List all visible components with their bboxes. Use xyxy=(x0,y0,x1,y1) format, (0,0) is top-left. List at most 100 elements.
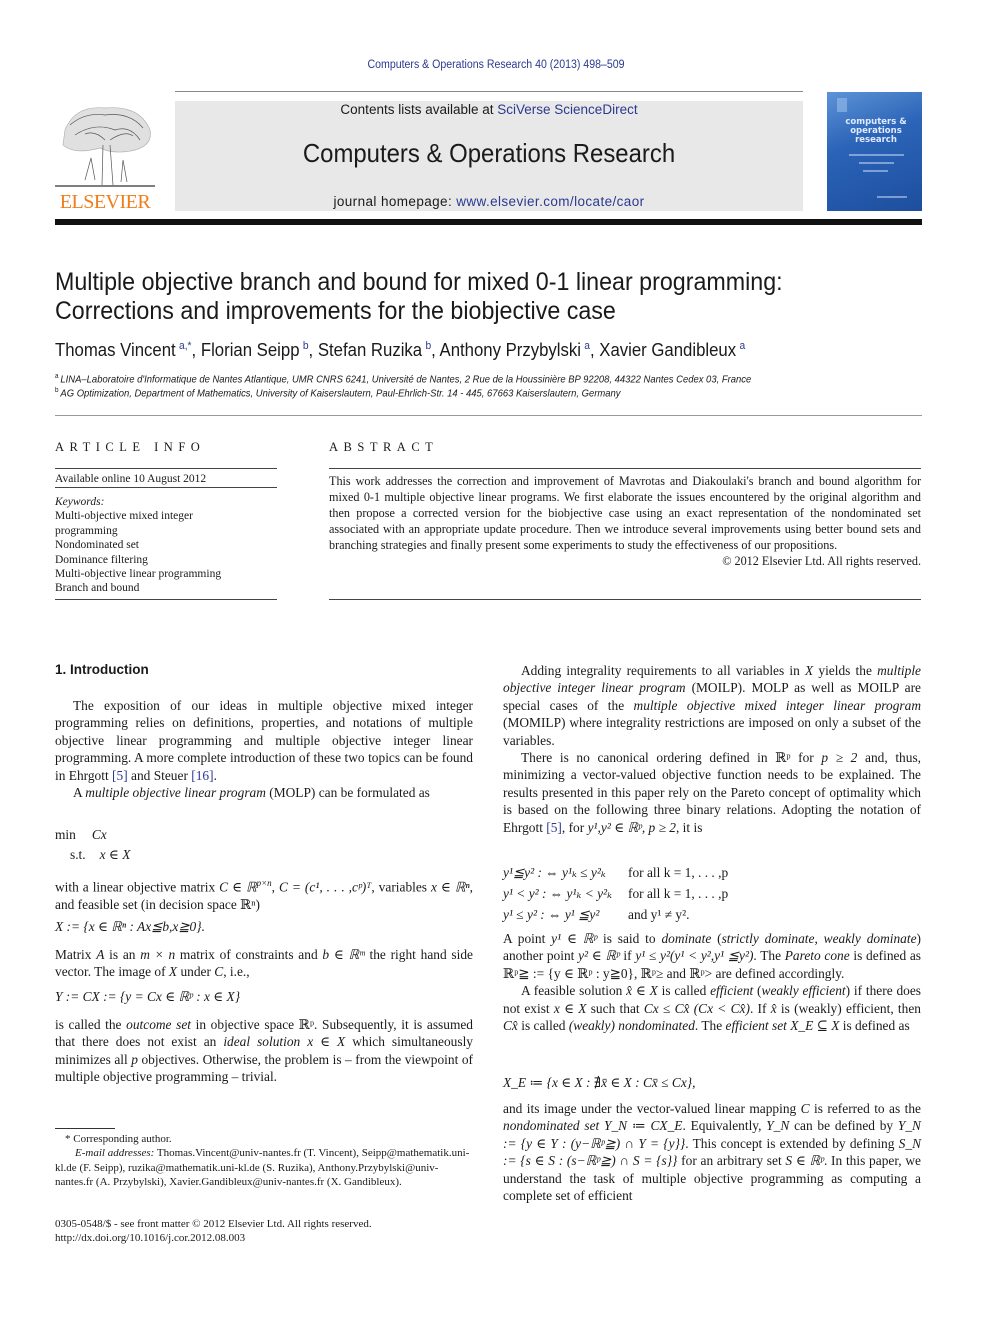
affiliation-b: b AG Optimization, Department of Mathema… xyxy=(55,387,865,400)
relation-lhs: y¹ < y² : ⇔ y¹ₖ < y²ₖ xyxy=(503,886,612,901)
keywords-label: Keywords: xyxy=(55,496,105,508)
term: (weakly) nondominated xyxy=(568,1018,695,1034)
math: X xyxy=(168,964,178,980)
elsevier-tree-icon xyxy=(55,107,155,187)
paragraph: There is no canonical ordering defined i… xyxy=(503,749,921,836)
text: (MOLP) can be formulated as xyxy=(265,785,430,801)
equation-feasible-set: X := {x ∈ ℝⁿ : Ax≦b,x≧0}. xyxy=(55,919,205,934)
text: ( xyxy=(711,931,722,946)
math: C = (c¹, . . . ,cᵖ)ᵀ xyxy=(279,879,372,895)
text: , xyxy=(814,931,824,946)
author[interactable]: Thomas Vincent xyxy=(55,340,176,360)
affiliation-a: a LINA–Laboratoire d'Informatique de Nan… xyxy=(55,373,865,386)
affiliation-text: AG Optimization, Department of Mathemati… xyxy=(60,387,621,400)
citation-link[interactable]: [5] xyxy=(546,820,562,835)
author-list: Thomas Vincent a,*, Florian Seipp b, Ste… xyxy=(55,340,746,360)
math: Y_N xyxy=(766,1118,790,1134)
math: C xyxy=(214,964,224,980)
relation-row: y¹≦y² : ⇔ y¹ₖ ≤ y²ₖ for all k = 1, . . . … xyxy=(503,862,728,883)
math: x ∈ ℝⁿ xyxy=(431,879,470,895)
text: , for xyxy=(561,819,588,835)
relation-lhs: y¹≦y² : ⇔ y¹ₖ ≤ y²ₖ xyxy=(503,865,606,880)
homepage-link[interactable]: www.elsevier.com/locate/caor xyxy=(456,194,644,209)
author-affiliation-mark[interactable]: a xyxy=(584,340,590,352)
text: . If xyxy=(749,1000,771,1016)
citation-link[interactable]: [16] xyxy=(191,768,213,783)
keyword: Nondominated set xyxy=(55,539,139,552)
author[interactable]: Florian Seipp xyxy=(201,340,300,360)
abstract-copyright: © 2012 Elsevier Ltd. All rights reserved… xyxy=(722,554,921,569)
header-thick-rule xyxy=(55,219,922,225)
journal-reference[interactable]: Computers & Operations Research 40 (2013… xyxy=(40,59,953,71)
elsevier-logo[interactable]: ELSEVIER xyxy=(55,100,155,213)
text: if xyxy=(619,948,636,964)
math: x̂ ∈ X xyxy=(626,983,658,999)
affiliation-text: LINA–Laboratoire d'Informatique de Nante… xyxy=(60,373,752,386)
keyword: Multi-objective linear programming xyxy=(55,568,222,581)
relation-row: y¹ ≤ y² : ⇔ y¹ ≦y² and y¹ ≠ y². xyxy=(503,904,728,925)
cover-title: computers & operations research xyxy=(845,117,907,145)
term: multiple objective linear program xyxy=(85,785,266,801)
relation-rhs: for all k = 1, . . . ,p xyxy=(628,886,729,901)
term: weakly efficient xyxy=(761,983,846,999)
doi-link[interactable]: http://dx.doi.org/10.1016/j.cor.2012.08.… xyxy=(55,1231,245,1245)
math: y² ∈ ℝᵖ xyxy=(578,948,620,964)
text: . The xyxy=(753,948,785,964)
text: . Equivalently, xyxy=(682,1118,767,1134)
author-affiliation-mark[interactable]: a,* xyxy=(179,340,192,352)
math: C xyxy=(800,1101,810,1116)
equation-efficient-set: X_E ≔ {x ∈ X : ∄x̄ ∈ X : Cx̄ ≤ Cx}, xyxy=(503,1075,696,1090)
sciencedirect-link[interactable]: SciVerse ScienceDirect xyxy=(497,102,637,117)
article-info-rule-mid xyxy=(55,487,277,488)
text: Adding integrality requirements to all v… xyxy=(521,663,805,678)
front-matter: 0305-0548/$ - see front matter © 2012 El… xyxy=(55,1218,372,1230)
relation-row: y¹ < y² : ⇔ y¹ₖ < y²ₖ for all k = 1, . . … xyxy=(503,883,728,904)
author-affiliation-mark[interactable]: b xyxy=(425,340,431,352)
eq-min-expr: Cx xyxy=(91,827,107,842)
term: dominate xyxy=(661,931,712,946)
footnotes: * Corresponding author. E-mail addresses… xyxy=(55,1132,475,1189)
eq-st: s.t. xyxy=(70,847,86,862)
title-line-1: Multiple objective branch and bound for … xyxy=(55,268,783,296)
contents-line: Contents lists available at SciVerse Sci… xyxy=(175,102,803,117)
abstract-body: This work addresses the correction and i… xyxy=(329,473,921,570)
equation-molp: min Cx s.t. x ∈ X xyxy=(55,827,130,863)
math: C ∈ ℝ xyxy=(219,879,257,895)
text: yields the xyxy=(813,663,878,678)
author[interactable]: Anthony Przybylski xyxy=(440,340,581,360)
journal-homepage: journal homepage: www.elsevier.com/locat… xyxy=(175,194,803,209)
affiliations-rule xyxy=(55,415,922,416)
keywords-block: Keywords: Multi-objective mixed integer … xyxy=(55,495,277,596)
author-affiliation-mark[interactable]: b xyxy=(303,340,309,352)
math: b ∈ ℝᵐ xyxy=(322,947,365,962)
text: is called xyxy=(517,1018,569,1034)
text: such that xyxy=(586,1000,644,1016)
term: outcome set xyxy=(126,1017,192,1032)
affiliation-mark: a xyxy=(55,373,59,380)
journal-cover-thumbnail[interactable]: computers & operations research xyxy=(827,92,922,211)
text: is an xyxy=(104,947,141,962)
abstract-rule-bottom xyxy=(329,599,921,600)
binary-relations: y¹≦y² : ⇔ y¹ₖ ≤ y²ₖ for all k = 1, . . . … xyxy=(503,862,728,925)
term: ideal solution x ∈ X xyxy=(223,1034,346,1050)
text: A feasible solution xyxy=(521,983,627,999)
paragraph: A multiple objective linear program (MOL… xyxy=(55,784,473,801)
author[interactable]: Xavier Gandibleux xyxy=(599,340,736,360)
right-column-body: Adding integrality requirements to all v… xyxy=(503,662,921,836)
affiliation-mark: b xyxy=(55,387,59,394)
footnote-rule xyxy=(55,1128,115,1129)
author[interactable]: Stefan Ruzika xyxy=(318,340,422,360)
citation-link[interactable]: [5] xyxy=(112,768,128,783)
text: and its image under the vector-valued li… xyxy=(503,1101,801,1116)
math: x ∈ X xyxy=(553,1000,587,1016)
author-affiliation-mark[interactable]: a xyxy=(739,340,745,352)
left-column-body: The exposition of our ideas in multiple … xyxy=(55,697,473,801)
math: p xyxy=(131,1051,138,1067)
right-column-body-2: A point y¹ ∈ ℝᵖ is said to dominate (str… xyxy=(503,930,921,1034)
keyword: programming xyxy=(55,524,118,537)
term: multiple objective mixed integer linear … xyxy=(633,697,921,713)
available-online: Available online 10 August 2012 xyxy=(55,473,207,485)
text: with a linear objective matrix xyxy=(55,879,220,895)
relation-lhs: y¹ ≤ y² : ⇔ y¹ ≦y² xyxy=(503,907,600,922)
keyword: Branch and bound xyxy=(55,582,140,595)
